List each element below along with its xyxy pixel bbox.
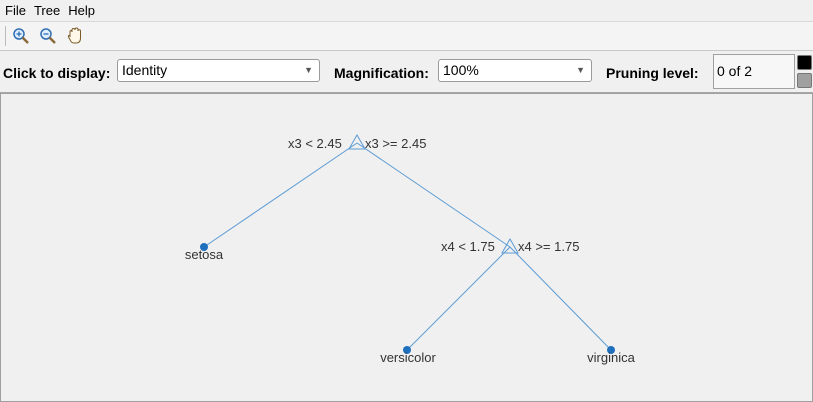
edge-node2-versicolor [406,246,511,351]
menu-file[interactable]: File [2,0,29,21]
leaf-label-setosa: setosa [185,247,224,262]
root-right-rule: x3 >= 2.45 [365,136,426,151]
node2-branch-node[interactable] [501,237,519,254]
edge-root-node2 [356,142,511,248]
zoom-in-button[interactable] [10,25,32,47]
magnification-value: 100% [443,62,479,78]
display-value: Identity [122,62,168,78]
leaf-label-versicolor: versicolor [380,350,436,365]
pruning-level-field: 0 of 2 [713,54,795,89]
display-label: Click to display: [3,65,111,81]
chevron-down-icon: ▼ [576,65,585,75]
zoom-in-icon [13,28,29,44]
menu-tree[interactable]: Tree [31,0,63,21]
edge-node2-virginica [509,246,612,351]
tree-diagram: x3 < 2.45 x3 >= 2.45 x4 < 1.75 x4 >= 1.7… [185,133,636,365]
tree-canvas[interactable]: x3 < 2.45 x3 >= 2.45 x4 < 1.75 x4 >= 1.7… [0,93,813,402]
chevron-down-icon: ▼ [304,65,313,75]
leaf-label-virginica: virginica [587,350,635,365]
menu-help[interactable]: Help [65,0,98,21]
node2-right-rule: x4 >= 1.75 [518,239,579,254]
pan-button[interactable] [64,25,86,47]
zoom-out-button[interactable] [37,25,59,47]
pruning-label: Pruning level: [606,65,699,81]
pruning-decrease-button[interactable] [797,73,812,88]
magnification-select[interactable]: 100% ▼ [438,59,592,82]
menu-bar: File Tree Help [0,0,813,22]
display-select[interactable]: Identity ▼ [117,59,320,82]
pan-hand-icon [67,27,81,44]
toolbar-separator [5,26,6,46]
node2-left-rule: x4 < 1.75 [441,239,495,254]
toolbar [0,22,813,51]
control-panel: Click to display: Identity ▼ Magnificati… [0,51,813,93]
zoom-out-icon [40,28,56,44]
edge-root-setosa [203,142,358,248]
magnification-label: Magnification: [334,65,429,81]
pruning-increase-button[interactable] [797,55,812,70]
root-left-rule: x3 < 2.45 [288,136,342,151]
